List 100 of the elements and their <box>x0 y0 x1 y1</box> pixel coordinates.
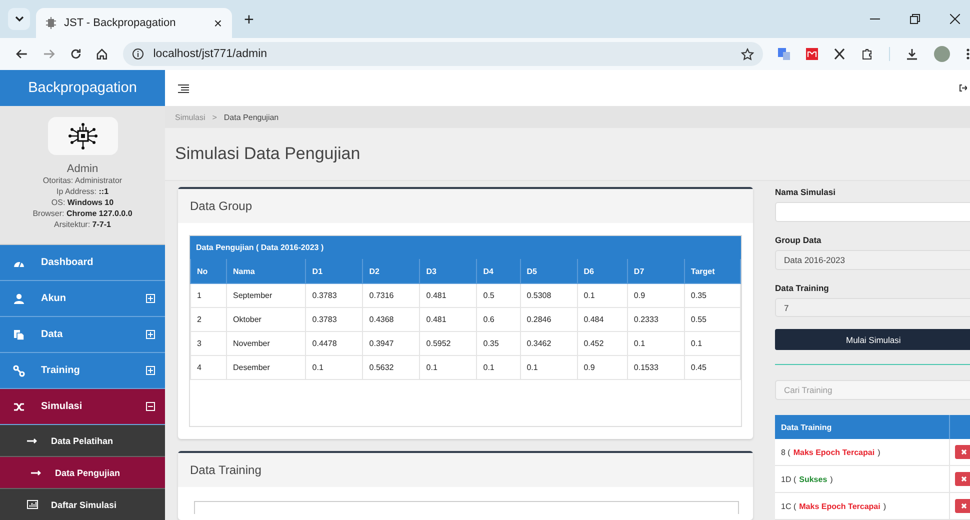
table-cell: 0.7316 <box>362 284 420 308</box>
training-entry: 8 ( Maks Epoch Tercapai ) <box>775 439 950 466</box>
collapse-icon <box>146 402 155 411</box>
table-cell: 0.55 <box>684 308 740 332</box>
close-tab-button[interactable]: × <box>214 15 222 31</box>
table-cell: 0.1 <box>420 356 477 380</box>
input-field[interactable] <box>775 202 970 222</box>
input-field[interactable]: 7 <box>775 298 970 318</box>
chevron-down-icon <box>14 16 24 22</box>
submenu-item[interactable]: Data Pengujian <box>0 457 165 489</box>
table-cell: 0.3783 <box>306 308 363 332</box>
info-icon <box>132 48 144 60</box>
new-tab-button[interactable]: + <box>244 10 254 30</box>
column-header: Nama <box>226 259 306 284</box>
tab-title: JST - Backpropagation <box>64 17 177 29</box>
translate-icon[interactable] <box>778 48 790 60</box>
table-cell: 0.5308 <box>520 284 578 308</box>
arrow-right-icon <box>27 438 38 444</box>
home-icon[interactable] <box>96 48 108 60</box>
table-cell: 0.484 <box>577 308 628 332</box>
table-cell: September <box>226 284 306 308</box>
expand-icon <box>146 294 155 303</box>
table-cell: 0.1 <box>306 356 363 380</box>
table-cell: 0.2846 <box>520 308 578 332</box>
back-icon[interactable] <box>16 48 28 60</box>
table-cell: November <box>226 332 306 356</box>
column-header: No <box>190 259 226 284</box>
sidebar-item[interactable]: Simulasi <box>0 389 165 425</box>
column-header: Data Training <box>775 415 950 440</box>
table-cell: 0.6 <box>476 308 520 332</box>
logout-icon[interactable] <box>959 84 967 92</box>
close-icon <box>961 503 967 510</box>
table-cell: 1 <box>190 284 226 308</box>
column-header: D4 <box>476 259 520 284</box>
close-icon <box>961 449 967 456</box>
tab-list-button[interactable] <box>8 8 30 30</box>
restore-icon[interactable] <box>910 14 920 24</box>
table-cell: 0.481 <box>420 308 477 332</box>
forward-icon[interactable] <box>42 48 55 60</box>
expand-icon <box>146 366 155 375</box>
table-cell: 0.1 <box>627 332 684 356</box>
breadcrumb-current: Data Pengujian <box>224 112 279 122</box>
table-cell: 0.5632 <box>362 356 420 380</box>
field-label: Data Training <box>775 282 830 293</box>
table-cell: 0.1 <box>520 356 578 380</box>
more-icon[interactable] <box>966 48 970 60</box>
search-field[interactable]: Cari Training <box>775 380 970 400</box>
circuit-brain-icon <box>66 122 100 150</box>
close-icon[interactable] <box>950 14 960 24</box>
reload-icon[interactable] <box>70 48 82 60</box>
training-entry: 1C ( Maks Epoch Tercapai ) <box>775 493 950 520</box>
table-cell: 0.452 <box>577 332 628 356</box>
table-cell: 0.2333 <box>627 308 684 332</box>
user-icon <box>13 292 25 304</box>
table-cell: 0.4478 <box>306 332 363 356</box>
shuffle-icon <box>13 400 25 412</box>
table-cell: 0.3783 <box>306 284 363 308</box>
table-cell: 0.1 <box>684 332 740 356</box>
start-simulation-button[interactable]: Mulai Simulasi <box>775 329 970 350</box>
column-header: D7 <box>627 259 684 284</box>
input-field[interactable]: Data 2016-2023 <box>775 250 970 270</box>
close-icon <box>961 476 967 482</box>
input-field[interactable] <box>194 501 739 514</box>
delete-button[interactable] <box>955 472 970 486</box>
submenu-item[interactable]: Daftar Simulasi <box>0 489 165 520</box>
extension-icon[interactable] <box>806 48 818 60</box>
table-cell: 0.5 <box>476 284 520 308</box>
profile-info: Browser: Chrome 127.0.0.0 <box>32 208 132 219</box>
table-cell: Oktober <box>226 308 306 332</box>
field-label: Nama Simulasi <box>775 187 836 197</box>
download-icon[interactable] <box>906 48 918 60</box>
column-header: D3 <box>420 259 477 284</box>
x-letter-icon[interactable] <box>834 48 846 60</box>
menu-icon[interactable] <box>178 84 189 92</box>
star-icon[interactable] <box>741 48 754 60</box>
table-cell: 2 <box>190 308 226 332</box>
table-cell: 0.1533 <box>627 356 684 380</box>
table-cell: 0.5952 <box>420 332 477 356</box>
browser-tab[interactable]: JST - Backpropagation × <box>36 8 232 38</box>
link-icon <box>13 364 25 376</box>
table-cell: Desember <box>226 356 306 380</box>
profile-avatar-icon[interactable] <box>934 46 950 62</box>
arrow-right-icon <box>31 470 42 476</box>
column-header: D2 <box>362 259 420 284</box>
address-bar[interactable]: localhost/jst771/admin <box>123 42 764 66</box>
table-cell: 0.3947 <box>362 332 420 356</box>
delete-button[interactable] <box>955 499 970 514</box>
column-header: D5 <box>520 259 578 284</box>
column-header: Target <box>684 259 740 284</box>
table-cell: 3 <box>190 332 226 356</box>
table-cell: 0.1 <box>577 284 628 308</box>
column-header: D1 <box>306 259 363 284</box>
table-cell: 0.35 <box>476 332 520 356</box>
puzzle-icon[interactable] <box>861 48 874 60</box>
delete-button[interactable] <box>955 445 970 460</box>
table-cell: 0.3462 <box>520 332 578 356</box>
submenu-item[interactable]: Data Pelatihan <box>0 425 165 457</box>
table-cell: 0.1 <box>476 356 520 380</box>
card-title: Data Training <box>190 463 262 477</box>
field-label: Group Data <box>775 234 822 245</box>
